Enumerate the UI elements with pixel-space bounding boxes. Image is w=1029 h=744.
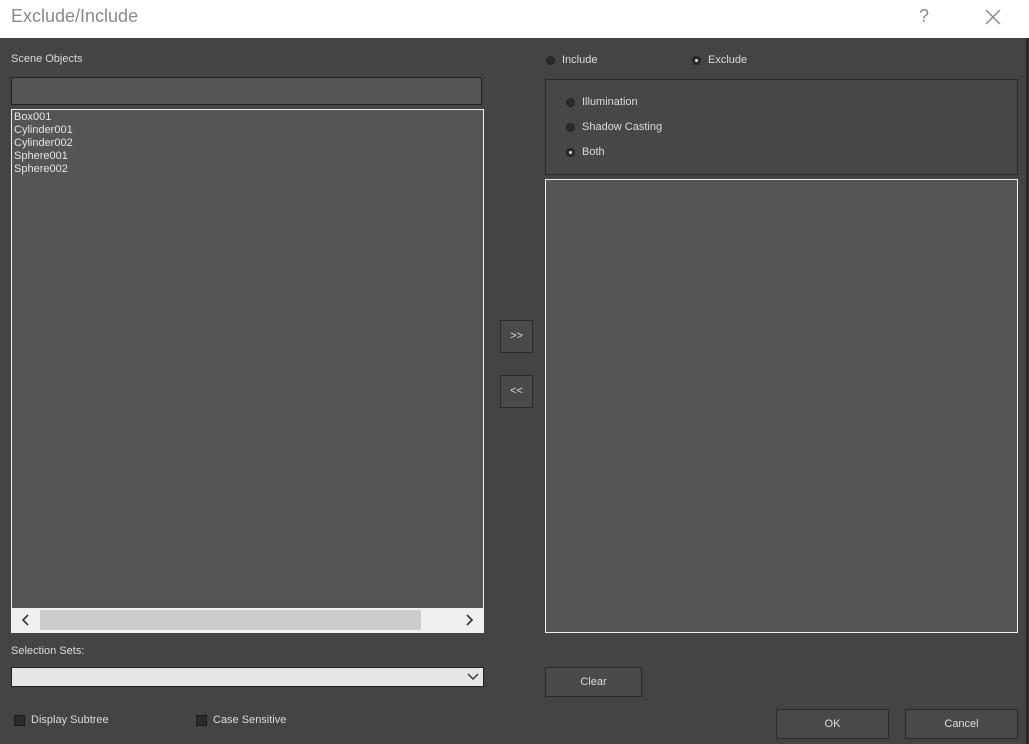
both-radio-indicator [566,147,575,157]
dropdown-arrow [467,672,479,685]
scene-objects-items: Box001 Cylinder001 Cylinder002 Sphere001… [14,111,73,176]
exclude-radio[interactable]: Exclude [692,54,747,66]
chevron-right-icon [466,614,474,626]
help-button[interactable]: ? [916,6,932,28]
display-subtree-label: Display Subtree [31,714,109,726]
cancel-button[interactable]: Cancel [905,709,1018,739]
title-bar: Exclude/Include ? [0,0,1029,38]
ok-button[interactable]: OK [776,709,889,739]
illumination-radio-indicator [566,97,575,107]
chevron-left-icon [21,614,29,626]
scroll-right-button[interactable] [457,608,481,632]
scene-objects-search-input[interactable] [11,77,482,105]
list-item[interactable]: Box001 [14,111,73,124]
shadow-casting-radio-indicator [566,122,575,132]
close-icon [985,9,1001,25]
case-sensitive-checkbox[interactable]: Case Sensitive [196,714,286,726]
scrollbar-thumb[interactable] [40,610,421,630]
list-item[interactable]: Cylinder002 [14,137,73,150]
scroll-left-button[interactable] [14,608,38,632]
close-button[interactable] [982,6,1004,28]
clear-button[interactable]: Clear [545,667,642,697]
excluded-objects-list[interactable] [545,179,1018,633]
chevron-down-icon [467,673,479,680]
remove-from-list-button[interactable]: << [500,375,533,408]
add-to-list-button[interactable]: >> [500,320,533,353]
exclude-radio-indicator [692,55,701,65]
window-title: Exclude/Include [11,6,139,26]
exclude-radio-label: Exclude [708,54,748,66]
horizontal-scrollbar[interactable] [12,608,483,632]
shadow-casting-radio[interactable]: Shadow Casting [566,121,662,133]
scene-objects-label: Scene Objects [11,53,83,65]
display-subtree-checkbox[interactable]: Display Subtree [14,714,109,726]
selection-sets-label: Selection Sets: [11,645,85,657]
both-radio[interactable]: Both [566,146,605,158]
include-radio-label: Include [562,54,598,66]
list-item[interactable]: Sphere001 [14,150,73,163]
shadow-casting-radio-label: Shadow Casting [582,121,663,133]
case-sensitive-label: Case Sensitive [213,714,287,726]
list-item[interactable]: Sphere002 [14,163,73,176]
scene-objects-list[interactable]: Box001 Cylinder001 Cylinder002 Sphere001… [11,109,484,633]
list-item[interactable]: Cylinder001 [14,124,73,137]
include-radio[interactable]: Include [546,54,597,66]
illumination-radio[interactable]: Illumination [566,96,638,108]
illumination-radio-label: Illumination [582,96,638,108]
selection-sets-dropdown[interactable] [11,667,484,687]
display-subtree-checkbox-box [14,715,25,726]
include-radio-indicator [546,55,555,65]
both-radio-label: Both [582,146,605,158]
case-sensitive-checkbox-box [196,715,207,726]
